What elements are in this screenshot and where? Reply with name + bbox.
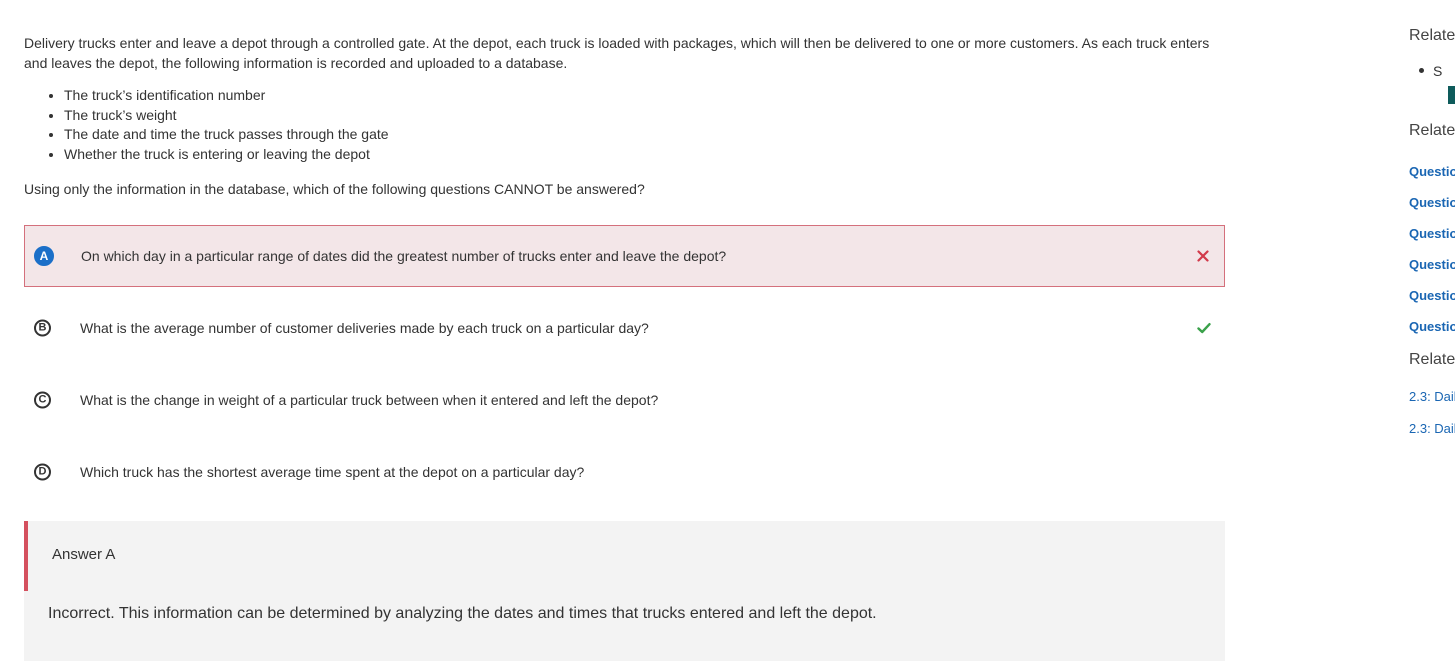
related-sidebar: Related S Related Question Question Ques…	[1409, 0, 1455, 657]
sidebar-question-link[interactable]: Question	[1409, 164, 1455, 179]
question-bullet-list: The truck’s identification number The tr…	[24, 86, 389, 165]
sidebar-question-link[interactable]: Question	[1409, 319, 1455, 334]
option-d[interactable]: D Which truck has the shortest average t…	[24, 441, 1225, 503]
sidebar-topic-link[interactable]: 2.3: Daily	[1409, 421, 1455, 436]
list-item: The date and time the truck passes throu…	[64, 125, 389, 145]
sidebar-heading: Related	[1409, 351, 1455, 368]
option-text-d: Which truck has the shortest average tim…	[80, 464, 585, 480]
option-c[interactable]: C What is the change in weight of a part…	[24, 369, 1225, 431]
question-intro: Delivery trucks enter and leave a depot …	[24, 35, 1210, 71]
sidebar-tag-marker	[1448, 86, 1455, 104]
check-icon	[1197, 323, 1211, 334]
list-item: The truck’s identification number	[64, 86, 389, 106]
list-item: The truck’s weight	[64, 106, 389, 126]
answer-panel: Answer A Incorrect. This information can…	[24, 521, 1225, 661]
option-a[interactable]: A On which day in a particular range of …	[24, 225, 1225, 287]
sidebar-question-link[interactable]: Question	[1409, 195, 1455, 210]
option-text-a: On which day in a particular range of da…	[81, 248, 727, 264]
sidebar-bullet-item: S	[1418, 63, 1443, 79]
option-b[interactable]: B What is the average number of customer…	[24, 297, 1225, 359]
sidebar-question-link[interactable]: Question	[1409, 257, 1455, 272]
sidebar-topic-link[interactable]: 2.3: Daily	[1409, 389, 1455, 404]
sidebar-heading: Related	[1409, 27, 1455, 44]
cross-icon	[1197, 250, 1209, 262]
answer-header: Answer A	[24, 521, 1225, 591]
sidebar-question-link[interactable]: Question	[1409, 226, 1455, 241]
list-item: Whether the truck is entering or leaving…	[64, 145, 389, 165]
answer-explanation: Incorrect. This information can be deter…	[48, 605, 877, 622]
option-text-c: What is the change in weight of a partic…	[80, 392, 659, 408]
question-prompt: Using only the information in the databa…	[24, 181, 645, 197]
option-letter-b: B	[34, 319, 51, 337]
option-letter-a: A	[34, 246, 54, 266]
option-letter-d: D	[34, 463, 51, 481]
sidebar-heading: Related	[1409, 122, 1455, 139]
option-letter-c: C	[34, 391, 51, 409]
sidebar-question-link[interactable]: Question	[1409, 288, 1455, 303]
answer-heading: Answer A	[52, 546, 116, 563]
option-text-b: What is the average number of customer d…	[80, 320, 649, 336]
